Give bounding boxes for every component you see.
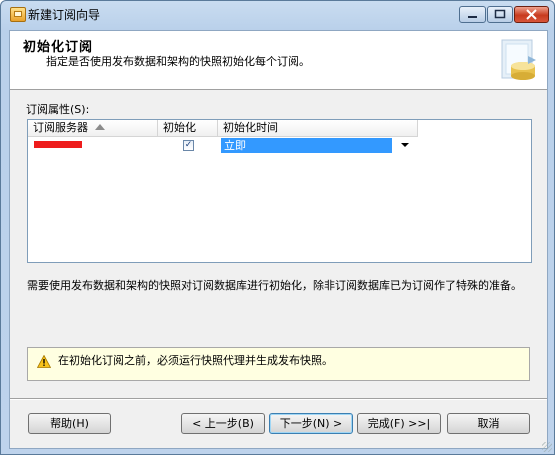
init-time-value: 立即 [221,138,392,153]
warning-text: 在初始化订阅之前，必须运行快照代理并生成发布快照。 [58,354,333,367]
wizard-client-area: 初始化订阅 指定是否使用发布数据和架构的快照初始化每个订阅。 订阅属性(S): … [9,30,548,449]
warning-icon [37,355,51,368]
sort-ascending-icon [95,124,105,130]
minimize-button[interactable] [459,6,486,23]
back-button[interactable]: < 上一步(B) [181,413,265,434]
redacted-server-name [34,141,82,148]
subscription-properties-grid[interactable]: 订阅服务器 初始化 初始化时间 ✓ 立即 [27,119,532,263]
title-bar[interactable]: 新建订阅向导 [1,1,554,27]
chevron-down-icon[interactable] [401,143,409,147]
subscription-properties-label: 订阅属性(S): [26,103,90,116]
resize-grip[interactable] [542,442,552,452]
database-wizard-icon [501,39,536,80]
grid-header: 订阅服务器 初始化 初始化时间 [28,120,418,137]
wizard-header: 初始化订阅 指定是否使用发布数据和架构的快照初始化每个订阅。 [10,31,547,90]
description-text: 需要使用发布数据和架构的快照对订阅数据库进行初始化，除非订阅数据库已为订阅作了特… [27,279,522,292]
initialize-checkbox[interactable]: ✓ [183,140,194,151]
column-header-server-label: 订阅服务器 [33,121,88,134]
table-row[interactable]: ✓ 立即 [28,137,418,154]
button-separator [10,398,547,400]
maximize-icon [494,9,506,19]
column-header-init-time[interactable]: 初始化时间 [218,120,418,136]
close-icon [526,9,537,20]
wizard-app-icon [10,7,26,22]
window-title: 新建订阅向导 [28,8,101,22]
column-header-server[interactable]: 订阅服务器 [28,120,158,136]
minimize-icon [468,16,477,18]
help-button[interactable]: 帮助(H) [28,413,111,434]
cancel-button[interactable]: 取消 [447,413,530,434]
wizard-window: 新建订阅向导 初始化订阅 指定是否使用发布数据和架构的快照初始化每个订阅。 订阅… [0,0,555,455]
next-button[interactable]: 下一步(N) > [269,413,353,434]
init-time-dropdown[interactable]: 立即 [221,138,415,153]
warning-box: 在初始化订阅之前，必须运行快照代理并生成发布快照。 [27,347,530,381]
column-header-initialize[interactable]: 初始化 [158,120,218,136]
close-button[interactable] [514,6,549,23]
page-subtitle: 指定是否使用发布数据和架构的快照初始化每个订阅。 [46,55,310,68]
maximize-button[interactable] [487,6,513,23]
finish-button[interactable]: 完成(F) >>| [357,413,441,434]
